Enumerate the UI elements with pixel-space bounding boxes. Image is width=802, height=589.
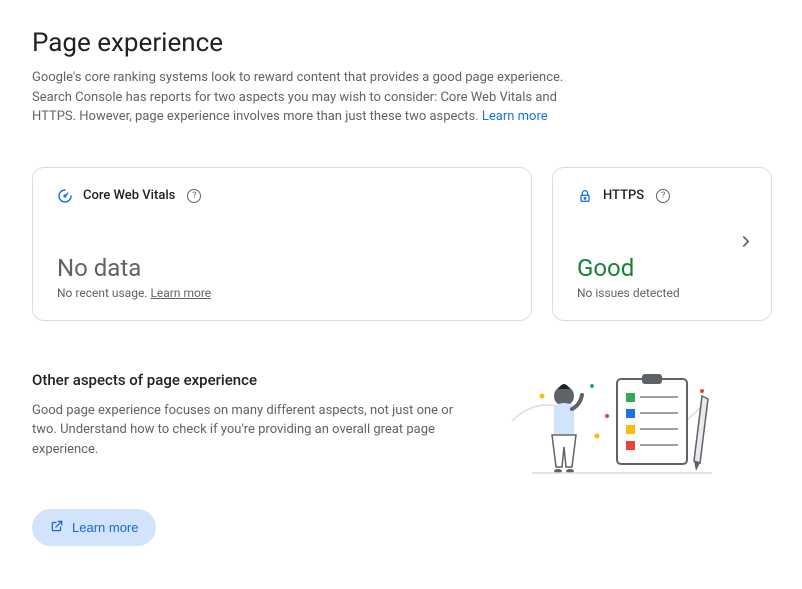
help-icon[interactable]: ?: [187, 189, 201, 203]
status-value: Good: [577, 254, 747, 282]
chevron-right-icon: [737, 232, 755, 255]
cards-row: Core Web Vitals ? No data No recent usag…: [32, 167, 770, 321]
intro-paragraph: Google's core ranking systems look to re…: [32, 68, 592, 127]
status-subtext: No issues detected: [577, 286, 747, 300]
card-title: HTTPS: [603, 188, 644, 203]
external-link-icon: [50, 519, 64, 536]
card-header: Core Web Vitals ?: [57, 188, 507, 204]
cwv-learn-more-link[interactable]: Learn more: [150, 286, 211, 300]
speedometer-icon: [57, 188, 73, 204]
card-title: Core Web Vitals: [83, 188, 175, 203]
page-title: Page experience: [32, 28, 770, 58]
other-aspects-section: Other aspects of page experience Good pa…: [32, 371, 770, 547]
status-value: No data: [57, 254, 507, 282]
card-header: HTTPS ?: [577, 188, 747, 204]
status-subtext: No recent usage. Learn more: [57, 286, 507, 300]
other-aspects-desc: Good page experience focuses on many dif…: [32, 401, 472, 460]
checklist-illustration: [502, 371, 722, 491]
https-card[interactable]: HTTPS ? Good No issues detected: [552, 167, 772, 321]
help-icon[interactable]: ?: [656, 189, 670, 203]
lock-icon: [577, 188, 593, 204]
status-sub-prefix: No recent usage.: [57, 286, 150, 300]
intro-learn-more-link[interactable]: Learn more: [482, 109, 548, 124]
learn-more-button-label: Learn more: [72, 520, 138, 535]
other-aspects-title: Other aspects of page experience: [32, 371, 472, 389]
core-web-vitals-card[interactable]: Core Web Vitals ? No data No recent usag…: [32, 167, 532, 321]
learn-more-button[interactable]: Learn more: [32, 509, 156, 546]
